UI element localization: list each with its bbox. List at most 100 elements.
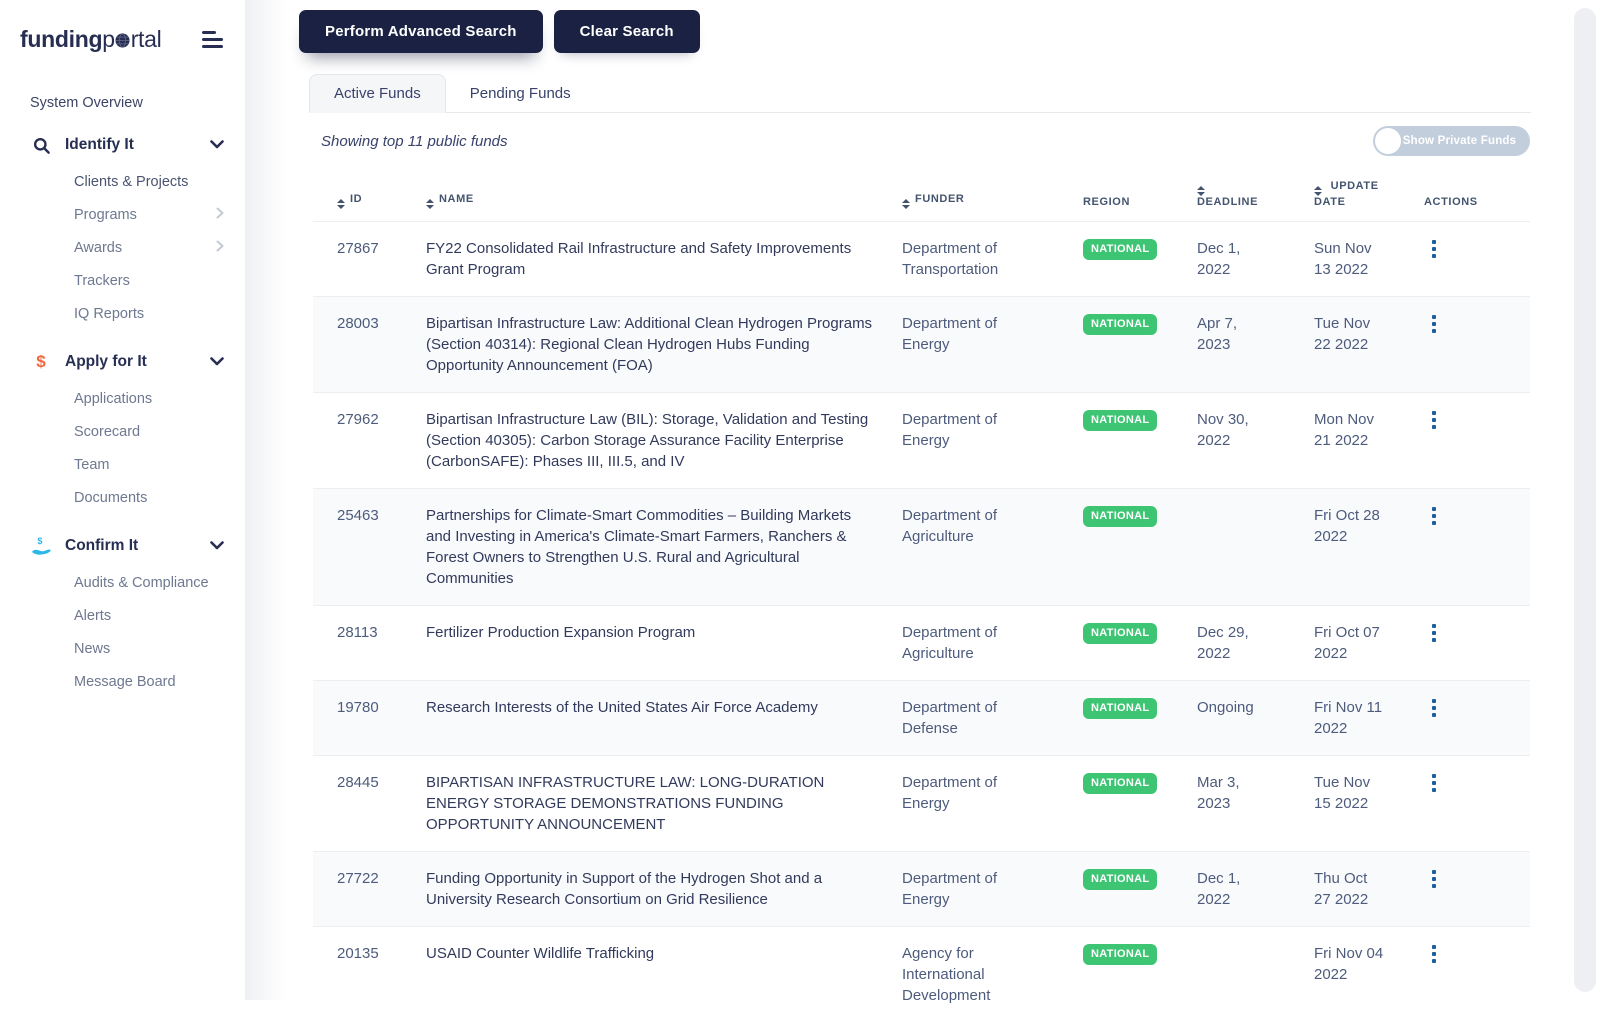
- region-badge: NATIONAL: [1083, 623, 1157, 644]
- row-actions-menu-button[interactable]: [1426, 620, 1442, 646]
- table-row: 28003 Bipartisan Infrastructure Law: Add…: [313, 296, 1530, 392]
- column-header-funder[interactable]: FUNDER: [902, 193, 1083, 209]
- fund-update-date: Mon Nov 21 2022: [1314, 393, 1384, 467]
- region-cell: NATIONAL: [1083, 393, 1197, 447]
- actions-cell: [1424, 852, 1530, 908]
- sidebar-item-label: Audits & Compliance: [74, 575, 209, 591]
- perform-advanced-search-button[interactable]: Perform Advanced Search: [299, 10, 543, 53]
- sidebar-item-clients-projects[interactable]: Clients & Projects: [0, 165, 245, 198]
- row-actions-menu-button[interactable]: [1426, 941, 1442, 967]
- funds-table: ID NAME FUNDER REGION DEADLINE UPDATE DA…: [313, 170, 1530, 1022]
- sidebar-item-iq-reports[interactable]: IQ Reports: [0, 297, 245, 330]
- column-header-label: NAME: [439, 193, 474, 205]
- tab-pending-funds[interactable]: Pending Funds: [446, 75, 595, 112]
- column-header-region: REGION: [1083, 196, 1197, 209]
- fund-funder: Department of Energy: [902, 393, 1012, 467]
- sidebar-item-label: Documents: [74, 490, 147, 506]
- nav-section-identify-it[interactable]: Identify It: [0, 125, 245, 165]
- region-cell: NATIONAL: [1083, 489, 1197, 543]
- sidebar-item-applications[interactable]: Applications: [0, 382, 245, 415]
- main-content: Perform Advanced Search Clear Search Act…: [299, 0, 1532, 1022]
- show-private-funds-toggle[interactable]: Show Private Funds: [1373, 126, 1530, 156]
- fund-deadline: Apr 7, 2023: [1197, 297, 1263, 371]
- sidebar-item-label: Applications: [74, 391, 152, 407]
- column-header-update-date[interactable]: UPDATE DATE: [1314, 180, 1384, 209]
- table-row: 27722 Funding Opportunity in Support of …: [313, 851, 1530, 926]
- sidebar-item-programs[interactable]: Programs: [0, 198, 245, 231]
- row-actions-menu-button[interactable]: [1426, 311, 1442, 337]
- column-header-label: DEADLINE: [1197, 196, 1258, 208]
- actions-cell: [1424, 297, 1530, 353]
- fund-name: BIPARTISAN INFRASTRUCTURE LAW: LONG-DURA…: [426, 756, 902, 851]
- table-row: 27962 Bipartisan Infrastructure Law (BIL…: [313, 392, 1530, 488]
- sidebar-item-awards[interactable]: Awards: [0, 231, 245, 264]
- row-actions-menu-button[interactable]: [1426, 866, 1442, 892]
- fund-deadline: Nov 30, 2022: [1197, 393, 1263, 467]
- row-actions-menu-button[interactable]: [1426, 407, 1442, 433]
- sidebar-item-trackers[interactable]: Trackers: [0, 264, 245, 297]
- sidebar-item-message-board[interactable]: Message Board: [0, 665, 245, 698]
- sidebar-item-alerts[interactable]: Alerts: [0, 599, 245, 632]
- fund-name: Bipartisan Infrastructure Law: Additiona…: [426, 297, 902, 392]
- nav-section-confirm-it[interactable]: $ Confirm It: [0, 526, 245, 566]
- nav-section-label: Confirm It: [65, 537, 210, 555]
- fundingportal-logo: fundingprtal: [20, 26, 161, 53]
- table-header-row: ID NAME FUNDER REGION DEADLINE UPDATE DA…: [313, 170, 1530, 221]
- sort-icon: [1197, 186, 1205, 196]
- column-header-deadline[interactable]: DEADLINE: [1197, 180, 1269, 209]
- row-actions-menu-button[interactable]: [1426, 503, 1442, 529]
- chevron-down-icon: [210, 353, 224, 371]
- fund-funder: Department of Defense: [902, 681, 1012, 755]
- actions-cell: [1424, 927, 1530, 983]
- sidebar-item-label: Message Board: [74, 674, 176, 690]
- sidebar-nav: Identify It Clients & Projects Programs …: [0, 125, 245, 698]
- table-row: 20135 USAID Counter Wildlife Trafficking…: [313, 926, 1530, 1022]
- sidebar-item-news[interactable]: News: [0, 632, 245, 665]
- region-cell: NATIONAL: [1083, 606, 1197, 660]
- fund-update-date: Fri Nov 11 2022: [1314, 681, 1384, 755]
- actions-cell: [1424, 681, 1530, 737]
- table-row: 19780 Research Interests of the United S…: [313, 680, 1530, 755]
- column-header-id[interactable]: ID: [313, 193, 426, 209]
- row-actions-menu-button[interactable]: [1426, 770, 1442, 796]
- sidebar-item-team[interactable]: Team: [0, 448, 245, 481]
- table-row: 27867 FY22 Consolidated Rail Infrastruct…: [313, 221, 1530, 296]
- fund-funder: Department of Energy: [902, 756, 1012, 830]
- actions-cell: [1424, 489, 1530, 545]
- fund-update-date: Sun Nov 13 2022: [1314, 222, 1384, 296]
- sidebar-item-label: Alerts: [74, 608, 111, 624]
- clear-search-button[interactable]: Clear Search: [554, 10, 700, 53]
- sidebar-item-label: News: [74, 641, 110, 657]
- sidebar-item-label: Team: [74, 457, 109, 473]
- sort-icon: [902, 199, 910, 209]
- actions-cell: [1424, 393, 1530, 449]
- row-actions-menu-button[interactable]: [1426, 695, 1442, 721]
- region-badge: NATIONAL: [1083, 239, 1157, 260]
- nav-section-apply-for-it[interactable]: $ Apply for It: [0, 342, 245, 382]
- fund-update-date: Thu Oct 27 2022: [1314, 852, 1384, 926]
- region-cell: NATIONAL: [1083, 681, 1197, 735]
- table-row: 25463 Partnerships for Climate-Smart Com…: [313, 488, 1530, 605]
- column-header-label: REGION: [1083, 196, 1130, 208]
- fund-update-date: Fri Oct 28 2022: [1314, 489, 1384, 563]
- nav-section-label: Apply for It: [65, 353, 210, 371]
- column-header-name[interactable]: NAME: [426, 193, 902, 209]
- fund-id: 27962: [313, 393, 426, 446]
- toggle-knob: [1375, 128, 1401, 154]
- sidebar-item-scorecard[interactable]: Scorecard: [0, 415, 245, 448]
- sidebar-item-audits-compliance[interactable]: Audits & Compliance: [0, 566, 245, 599]
- vertical-scrollbar[interactable]: [1574, 8, 1596, 992]
- column-header-label: ACTIONS: [1424, 196, 1478, 208]
- sidebar-item-documents[interactable]: Documents: [0, 481, 245, 514]
- row-actions-menu-button[interactable]: [1426, 236, 1442, 262]
- region-cell: NATIONAL: [1083, 927, 1197, 981]
- region-cell: NATIONAL: [1083, 297, 1197, 351]
- fund-name: Funding Opportunity in Support of the Hy…: [426, 852, 902, 926]
- fund-deadline: Dec 29, 2022: [1197, 606, 1263, 680]
- chevron-down-icon: [210, 136, 224, 154]
- menu-toggle-button[interactable]: [200, 29, 225, 50]
- tab-active-funds[interactable]: Active Funds: [309, 74, 446, 113]
- fund-name: Fertilizer Production Expansion Program: [426, 606, 902, 659]
- fund-name: FY22 Consolidated Rail Infrastructure an…: [426, 222, 902, 296]
- system-overview-link[interactable]: System Overview: [30, 95, 245, 111]
